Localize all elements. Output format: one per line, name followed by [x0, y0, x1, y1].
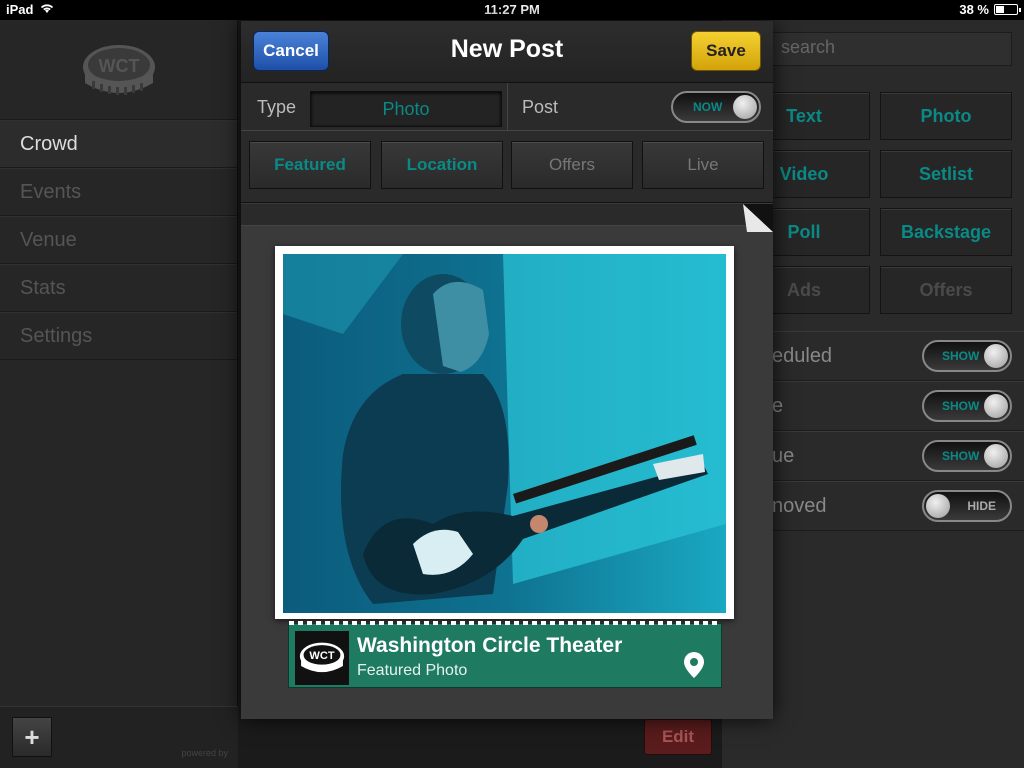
row-label: e [772, 394, 784, 417]
sidebar-item-crowd[interactable]: Crowd [0, 120, 237, 168]
clock: 11:27 PM [484, 2, 540, 17]
toggle-state: SHOW [942, 449, 980, 463]
plus-icon: + [24, 721, 40, 752]
battery-level [996, 6, 1004, 13]
sidebar-item-stats[interactable]: Stats [0, 264, 237, 312]
sidebar-item-label: Events [20, 180, 82, 203]
logo-text: WCT [98, 56, 139, 76]
toggle-knob [984, 394, 1008, 418]
logo-text: WCT [309, 650, 334, 662]
toggle-knob [733, 95, 757, 119]
toggle-state: SHOW [942, 349, 980, 363]
add-button[interactable]: + [12, 717, 52, 757]
filter-photo-button[interactable]: Photo [880, 92, 1012, 140]
status-bar: iPad 11:27 PM 38 % [0, 0, 1024, 20]
save-button[interactable]: Save [691, 31, 761, 71]
content-strip [241, 204, 773, 232]
post-photo [283, 254, 726, 613]
sidebar-item-venue[interactable]: Venue [0, 216, 237, 264]
divider [507, 83, 508, 131]
sidebar: WCT Crowd Events Venue Stats Settings + … [0, 20, 238, 768]
post-label: Post [522, 97, 559, 117]
edit-button[interactable]: Edit [644, 719, 712, 755]
toggle-state: HIDE [967, 499, 996, 513]
venue-logo: WCT [295, 631, 349, 685]
scheduled-toggle[interactable]: SHOW [922, 340, 1012, 372]
type-select[interactable]: Photo [310, 91, 502, 127]
filter-backstage-button[interactable]: Backstage [880, 208, 1012, 256]
sidebar-item-label: Crowd [20, 132, 78, 155]
app-logo: WCT [0, 20, 237, 120]
sidebar-item-label: Settings [20, 324, 93, 347]
type-row: Type Photo Post NOW [241, 83, 773, 131]
page-curl-icon[interactable] [743, 204, 773, 232]
location-pin-icon [684, 652, 704, 678]
row-label: eduled [772, 344, 833, 367]
sidebar-item-settings[interactable]: Settings [0, 312, 237, 360]
tag-featured-button[interactable]: Featured [249, 141, 371, 189]
tag-live-button[interactable]: Live [642, 141, 764, 189]
modal-header: Cancel New Post Save [241, 21, 773, 83]
sidebar-item-events[interactable]: Events [0, 168, 237, 216]
toggle-state: SHOW [942, 399, 980, 413]
post-caption: WCT Washington Circle Theater Featured P… [288, 621, 722, 688]
search-input[interactable]: search [770, 32, 1012, 66]
tag-location-button[interactable]: Location [381, 141, 503, 189]
tag-offers-button[interactable]: Offers [511, 141, 633, 189]
row-2-toggle[interactable]: SHOW [922, 390, 1012, 422]
post-photo-frame[interactable] [275, 246, 734, 619]
tag-row: Featured Location Offers Live [241, 131, 773, 203]
powered-by-label: powered by [181, 748, 228, 758]
battery-icon [994, 4, 1021, 15]
toggle-knob [926, 494, 950, 518]
perforation [289, 621, 721, 625]
filter-offers-button[interactable]: Offers [880, 266, 1012, 314]
toggle-knob [984, 344, 1008, 368]
sidebar-footer: + powered by [0, 706, 238, 768]
post-type-label: Featured Photo [357, 662, 468, 679]
sidebar-item-label: Stats [20, 276, 66, 299]
removed-toggle[interactable]: HIDE [922, 490, 1012, 522]
battery-percent: 38 % [959, 2, 989, 17]
sidebar-item-label: Venue [20, 228, 77, 251]
venue-name: Washington Circle Theater [357, 634, 623, 657]
row-label: noved [772, 494, 827, 517]
toggle-state: NOW [693, 100, 723, 114]
type-label: Type [257, 97, 297, 117]
venue-toggle[interactable]: SHOW [922, 440, 1012, 472]
new-post-modal: Cancel New Post Save Type Photo Post NOW… [241, 21, 773, 719]
toggle-knob [984, 444, 1008, 468]
filter-setlist-button[interactable]: Setlist [880, 150, 1012, 198]
post-now-toggle[interactable]: NOW [671, 91, 761, 123]
row-label: ue [772, 444, 795, 467]
